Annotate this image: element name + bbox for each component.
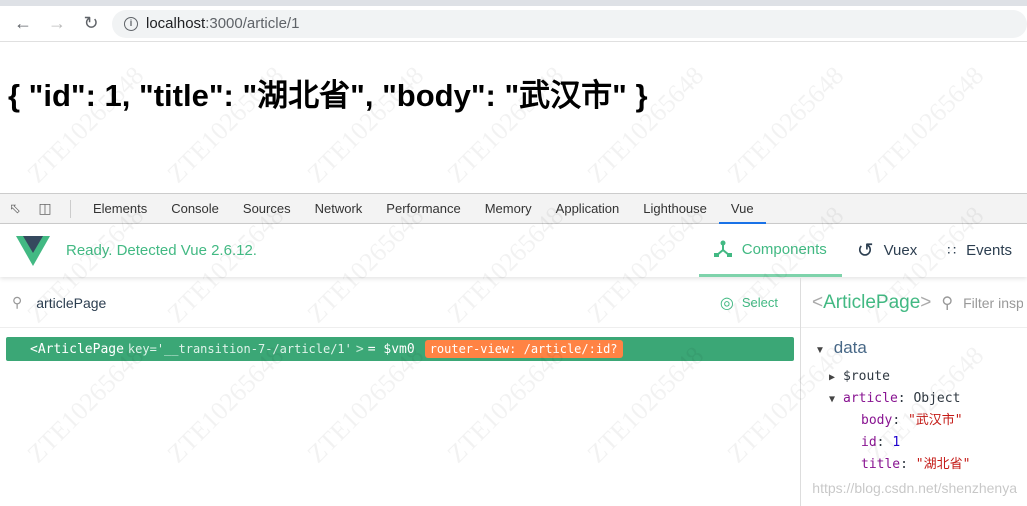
data-section[interactable]: ▼ data <box>815 338 1027 358</box>
component-name: <ArticlePage <box>30 341 124 357</box>
tab-components[interactable]: Components <box>698 224 842 277</box>
source-watermark: https://blog.csdn.net/shenzhenya <box>812 480 1017 496</box>
id-value: 1 <box>892 435 901 450</box>
article-item[interactable]: ▼ article: Object <box>815 388 1027 410</box>
events-icon: ∷ <box>947 242 957 258</box>
caret-right-icon: ▶ <box>829 372 836 383</box>
url-input[interactable]: i localhost:3000/article/1 <box>112 9 1027 38</box>
tab-label: Vuex <box>883 242 918 259</box>
tab-memory[interactable]: Memory <box>473 194 544 224</box>
devtools-tabbar: ⬁ ◫ Elements Console Sources Network Per… <box>0 193 1027 224</box>
page-content: { "id": 1, "title": "湖北省", "body": "武汉市"… <box>8 78 648 113</box>
id-key: id <box>861 435 877 450</box>
id-item: id: 1 <box>861 435 901 450</box>
search-icon: ⚲ <box>12 294 23 310</box>
component-title: ArticlePage <box>823 291 921 313</box>
target-icon: ◎ <box>719 294 734 312</box>
reload-icon[interactable]: ↻ <box>78 13 104 34</box>
components-icon <box>713 240 732 257</box>
component-tree-pane: ⚲ articlePage ◎ Select <ArticlePage key='… <box>0 278 800 506</box>
tab-network[interactable]: Network <box>303 194 375 224</box>
history-icon: ↺ <box>856 240 874 262</box>
tab-lighthouse[interactable]: Lighthouse <box>631 194 719 224</box>
vue-header: Ready. Detected Vue 2.6.12. Components ↺… <box>0 224 1027 277</box>
section-title: data <box>833 338 867 357</box>
tab-application[interactable]: Application <box>544 194 632 224</box>
caret-down-icon: ▼ <box>829 394 836 405</box>
component-row[interactable]: <ArticlePage key='__transition-7-/articl… <box>6 337 794 361</box>
component-key: key='__transition-7-/article/1' <box>127 342 352 356</box>
back-icon[interactable]: ← <box>10 13 36 34</box>
component-search[interactable]: ⚲ articlePage ◎ Select <box>0 278 800 328</box>
status-text: Ready. Detected Vue 2.6.12. <box>66 242 257 259</box>
tab-sources[interactable]: Sources <box>231 194 303 224</box>
article-key: article <box>843 391 898 406</box>
body-key: body <box>861 413 893 428</box>
title-key: title <box>861 457 901 472</box>
tab-console[interactable]: Console <box>159 194 231 224</box>
route-item[interactable]: ▶ $route <box>815 366 1027 388</box>
body-value: "武汉市" <box>907 413 963 428</box>
route-key: $route <box>843 369 890 384</box>
vm-ref: = $vm0 <box>367 341 415 357</box>
caret-down-icon: ▼ <box>815 345 825 356</box>
select-button[interactable]: ◎ Select <box>720 293 778 313</box>
search-icon: ⚲ <box>941 294 954 312</box>
divider <box>70 199 71 218</box>
device-toolbar-icon[interactable]: ◫ <box>30 200 60 217</box>
inspected-component: <ArticlePage> <box>812 291 932 313</box>
title-value: "湖北省" <box>915 457 971 472</box>
tab-vue[interactable]: Vue <box>718 194 766 224</box>
tab-label: Events <box>966 242 1012 259</box>
article-type: Object <box>913 391 961 406</box>
inspector-pane: <ArticlePage> ⚲ Filter inspected data ▼ … <box>800 278 1027 506</box>
component-close: > <box>355 341 364 357</box>
inspect-element-icon[interactable]: ⬁ <box>0 200 30 217</box>
title-item: title: "湖北省" <box>861 457 971 472</box>
tab-performance[interactable]: Performance <box>374 194 472 224</box>
url-host: localhost <box>146 15 206 32</box>
tab-vuex[interactable]: ↺ Vuex <box>842 224 932 277</box>
filter-input[interactable]: Filter inspected data <box>963 295 1023 311</box>
search-input[interactable]: articlePage <box>36 295 106 311</box>
info-icon[interactable]: i <box>124 16 138 31</box>
body-item: body: "武汉市" <box>861 413 963 428</box>
router-view-badge: router-view: /article/:id? <box>424 340 623 358</box>
tab-events[interactable]: ∷ Events <box>932 224 1027 277</box>
select-label: Select <box>741 295 778 310</box>
forward-icon[interactable]: → <box>44 13 70 34</box>
tab-elements[interactable]: Elements <box>81 194 159 224</box>
url-path: :3000/article/1 <box>205 15 300 32</box>
tab-label: Components <box>741 240 827 258</box>
vue-logo-icon <box>16 235 50 266</box>
address-bar-row: ← → ↻ i localhost:3000/article/1 <box>0 6 1027 42</box>
